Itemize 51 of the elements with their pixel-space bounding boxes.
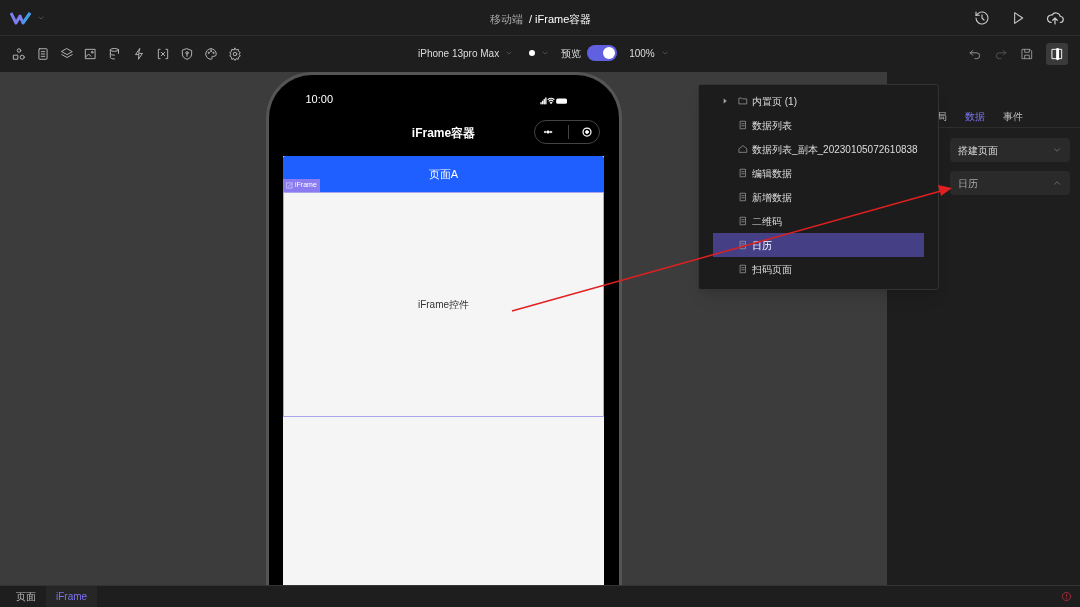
menu-item[interactable]: 数据列表 — [713, 113, 924, 137]
page-icon — [738, 168, 748, 178]
breadcrumb-item[interactable]: / iFrame容器 — [529, 11, 592, 28]
panel-tab[interactable]: 数据 — [965, 109, 985, 124]
select-field[interactable]: 搭建页面 — [950, 138, 1070, 162]
variable-icon[interactable] — [156, 47, 170, 61]
image-edit-icon[interactable] — [84, 47, 98, 61]
menu-item[interactable]: 二维码 — [713, 209, 924, 233]
shapes-icon[interactable] — [12, 47, 26, 61]
page-icon — [738, 192, 748, 202]
page-header-title: 页面A — [428, 166, 459, 182]
device-selector[interactable]: iPhone 13pro Max — [418, 45, 500, 61]
layers-icon[interactable] — [60, 47, 74, 61]
database-icon[interactable] — [108, 47, 122, 61]
menu-item[interactable]: 新增数据 — [713, 185, 924, 209]
folder-icon — [738, 96, 748, 106]
menu-item[interactable]: 内置页 (1) — [713, 89, 924, 113]
preview-label: 预览 — [561, 46, 582, 61]
preview-toggle[interactable] — [587, 45, 618, 61]
panel-icon — [1050, 47, 1064, 61]
page-icon — [738, 264, 748, 274]
menu-item[interactable]: 数据列表_副本_20230105072610838 — [713, 137, 924, 161]
settings-icon[interactable] — [228, 47, 242, 61]
status-breadcrumb[interactable]: 页面 — [6, 585, 46, 607]
lightning-icon[interactable] — [132, 47, 146, 61]
menu-item[interactable]: 编辑数据 — [713, 161, 924, 185]
undo-icon[interactable] — [968, 47, 982, 61]
panel-tab[interactable]: 事件 — [1003, 109, 1023, 124]
edit-icon — [286, 182, 293, 189]
shield-icon[interactable] — [180, 47, 194, 61]
logo-icon[interactable] — [10, 10, 34, 25]
menu-item[interactable]: 日历 — [713, 233, 924, 257]
page-icon — [738, 240, 748, 250]
breadcrumb-item[interactable]: 移动端 — [490, 11, 523, 28]
phone-title: iFrame容器 — [411, 125, 476, 142]
iframe-label: iFrame控件 — [417, 298, 470, 312]
caret-right-icon — [722, 98, 728, 104]
status-time: 10:00 — [305, 91, 334, 107]
home-icon — [738, 144, 748, 154]
panel-toggle-button[interactable] — [1046, 43, 1068, 65]
menu-item[interactable]: 扫码页面 — [713, 257, 924, 281]
page-icon — [738, 120, 748, 130]
record-icon — [580, 126, 593, 138]
status-breadcrumb[interactable]: iFrame — [46, 585, 98, 607]
zoom-selector[interactable]: 100% — [629, 45, 655, 61]
save-icon[interactable] — [1020, 47, 1034, 61]
palette-icon[interactable] — [204, 47, 218, 61]
select-field[interactable]: 日历 — [950, 171, 1070, 195]
document-icon[interactable] — [36, 47, 50, 61]
page-icon — [738, 216, 748, 226]
history-icon[interactable] — [974, 9, 990, 26]
